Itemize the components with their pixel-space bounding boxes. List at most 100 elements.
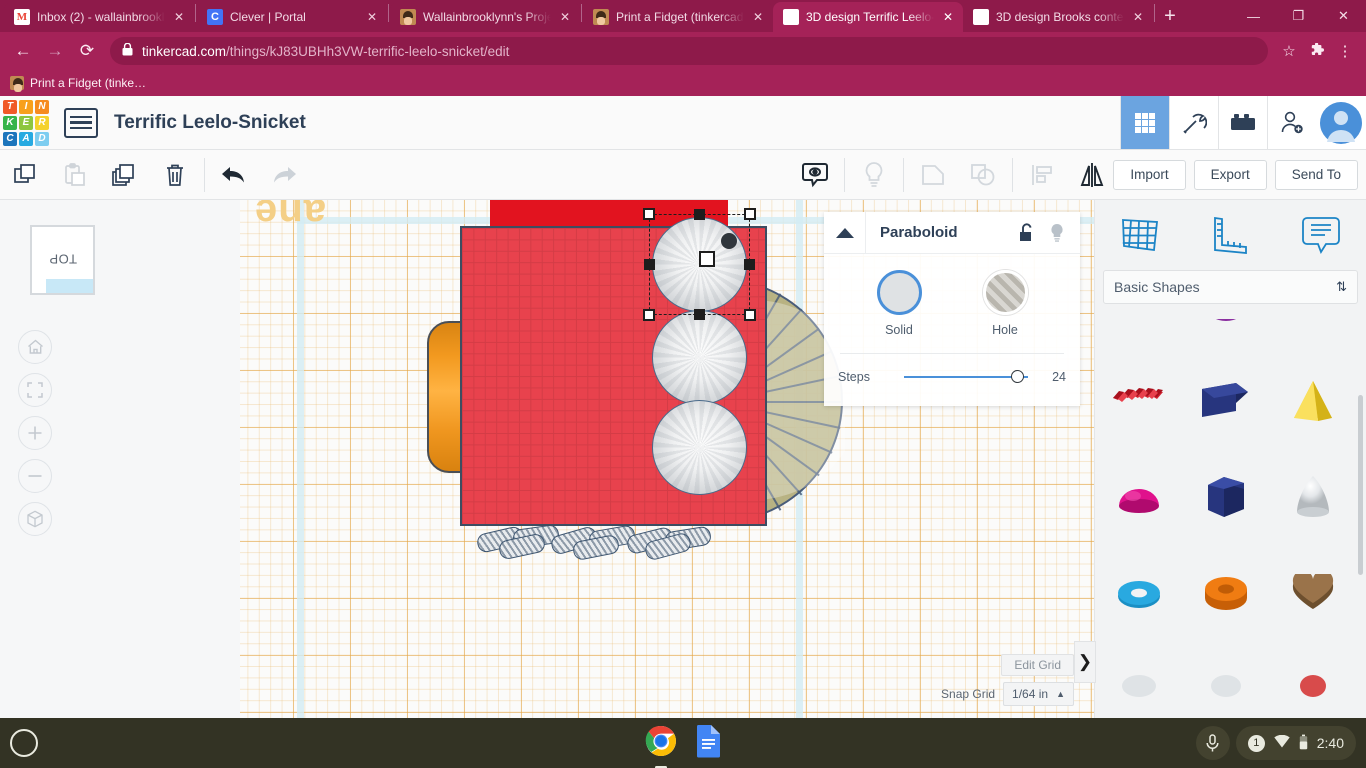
slider-knob[interactable]: [1010, 370, 1024, 383]
shape-item[interactable]: [1269, 449, 1356, 546]
window-close-icon[interactable]: ✕: [1321, 0, 1366, 32]
tray-status-pill[interactable]: 1 2:40: [1235, 726, 1356, 760]
browser-tab[interactable]: Print a Fidget (tinkercad ✕: [583, 2, 773, 32]
browser-tab-active[interactable]: 3D design Terrific Leelo-S ✕: [773, 2, 963, 32]
extensions-puzzle-icon[interactable]: [1304, 38, 1330, 64]
shape-item[interactable]: [1269, 643, 1356, 718]
shape-item[interactable]: [1182, 319, 1269, 352]
shape-item[interactable]: [1095, 546, 1182, 643]
invite-person-icon[interactable]: [1267, 96, 1316, 149]
forward-icon[interactable]: →: [40, 36, 70, 66]
solid-swatch[interactable]: [876, 270, 922, 315]
hole-option[interactable]: Hole: [972, 270, 1038, 337]
view-cube[interactable]: TOP: [30, 225, 95, 295]
window-minimize-icon[interactable]: —: [1231, 0, 1276, 32]
resize-handle-right-center[interactable]: [744, 259, 755, 270]
show-hide-eye-icon[interactable]: [790, 150, 840, 200]
lightbulb-icon[interactable]: [1042, 212, 1072, 254]
avatar[interactable]: [1316, 96, 1366, 149]
resize-handle-left-center[interactable]: [644, 259, 655, 270]
panel-collapse-toggle[interactable]: ❯: [1074, 641, 1096, 683]
blocks-brick-icon[interactable]: [1218, 96, 1267, 149]
tab-close-icon[interactable]: ✕: [941, 10, 955, 24]
copy-icon[interactable]: [0, 150, 50, 200]
resize-handle-bottom-right[interactable]: [744, 309, 756, 321]
paraboloid-shape[interactable]: [652, 310, 747, 405]
browser-tab[interactable]: Wallainbrooklynn's Proje ✕: [390, 2, 580, 32]
mirror-flip-icon[interactable]: [1067, 150, 1117, 200]
tab-close-icon[interactable]: ✕: [365, 10, 379, 24]
redo-icon[interactable]: [259, 150, 309, 200]
tab-close-icon[interactable]: ✕: [172, 10, 186, 24]
move-handle[interactable]: [699, 251, 715, 267]
ruler-icon[interactable]: [1202, 207, 1258, 263]
paste-icon[interactable]: [50, 150, 100, 200]
zoom-out-icon[interactable]: [18, 459, 52, 493]
shape-item[interactable]: [1269, 352, 1356, 449]
shape-item[interactable]: [1269, 546, 1356, 643]
resize-handle-top-right[interactable]: [744, 208, 756, 220]
align-icon[interactable]: [1017, 150, 1067, 200]
hole-swatch[interactable]: [982, 270, 1028, 315]
shape-item[interactable]: [1095, 643, 1182, 718]
browser-menu-icon[interactable]: ⋮: [1332, 38, 1358, 64]
note-comment-icon[interactable]: [1293, 207, 1349, 263]
codeblocks-pickaxe-icon[interactable]: [1169, 96, 1218, 149]
export-button[interactable]: Export: [1193, 159, 1267, 190]
workplane-grid-icon[interactable]: [1112, 207, 1168, 263]
shape-item[interactable]: [1182, 352, 1269, 449]
resize-handle-bottom-center[interactable]: [694, 309, 705, 320]
unlock-icon[interactable]: [1012, 212, 1042, 254]
tab-close-icon[interactable]: ✕: [558, 10, 572, 24]
resize-handle-top-center[interactable]: [694, 209, 705, 220]
fit-to-view-icon[interactable]: [18, 373, 52, 407]
resize-handle-bottom-left[interactable]: [643, 309, 655, 321]
duplicate-icon[interactable]: [100, 150, 150, 200]
shape-item[interactable]: [1182, 643, 1269, 718]
google-docs-icon[interactable]: [695, 724, 721, 763]
browser-tab[interactable]: M Inbox (2) - wallainbrooklynn… ✕: [4, 2, 194, 32]
group-icon[interactable]: [908, 150, 958, 200]
snap-grid-select[interactable]: 1/64 in ▲: [1003, 682, 1074, 706]
tab-close-icon[interactable]: ✕: [751, 10, 765, 24]
ungroup-icon[interactable]: [958, 150, 1008, 200]
height-handle-dot[interactable]: [721, 233, 737, 249]
import-button[interactable]: Import: [1113, 159, 1186, 190]
shape-library-grid[interactable]: [1095, 319, 1366, 718]
bookmark-item[interactable]: Print a Fidget (tinke…: [10, 76, 146, 92]
bookmark-star-icon[interactable]: ☆: [1276, 38, 1302, 64]
paraboloid-shape[interactable]: [652, 400, 747, 495]
browser-tab[interactable]: C Clever | Portal ✕: [197, 2, 387, 32]
tinkercad-logo[interactable]: T I N K E R C A D: [2, 99, 50, 147]
resize-handle-top-left[interactable]: [643, 208, 655, 220]
back-icon[interactable]: ←: [8, 36, 38, 66]
steps-slider[interactable]: [904, 370, 1028, 384]
shape-item[interactable]: [1095, 319, 1182, 352]
delete-trash-icon[interactable]: [150, 150, 200, 200]
home-view-icon[interactable]: [18, 330, 52, 364]
zoom-in-icon[interactable]: [18, 416, 52, 450]
launcher-icon[interactable]: [10, 729, 38, 757]
send-to-button[interactable]: Send To: [1274, 159, 1358, 190]
shape-item[interactable]: [1182, 546, 1269, 643]
shape-item[interactable]: [1095, 449, 1182, 546]
shape-item[interactable]: [1269, 319, 1356, 352]
shape-item[interactable]: [1182, 449, 1269, 546]
edit-grid-button[interactable]: Edit Grid: [1001, 654, 1074, 676]
chevron-up-icon[interactable]: [824, 211, 866, 254]
address-bar[interactable]: tinkercad.com/things/kJ83UBHh3VW-terrifi…: [110, 37, 1268, 65]
shape-category-select[interactable]: Basic Shapes ⇅: [1103, 270, 1358, 304]
bolt-cluster-shape[interactable]: [475, 523, 717, 562]
panel-scrollbar[interactable]: [1358, 395, 1363, 575]
tab-close-icon[interactable]: ✕: [1131, 10, 1145, 24]
reload-icon[interactable]: ⟳: [72, 36, 102, 66]
lightbulb-hint-icon[interactable]: [849, 150, 899, 200]
grid-view-icon[interactable]: [1120, 96, 1169, 149]
orthographic-perspective-icon[interactable]: [18, 502, 52, 536]
undo-icon[interactable]: [209, 150, 259, 200]
window-maximize-icon[interactable]: ❐: [1276, 0, 1321, 32]
project-list-icon[interactable]: [64, 107, 98, 138]
microphone-icon[interactable]: [1195, 726, 1230, 760]
new-tab-button[interactable]: +: [1156, 2, 1184, 30]
shape-item[interactable]: [1095, 352, 1182, 449]
